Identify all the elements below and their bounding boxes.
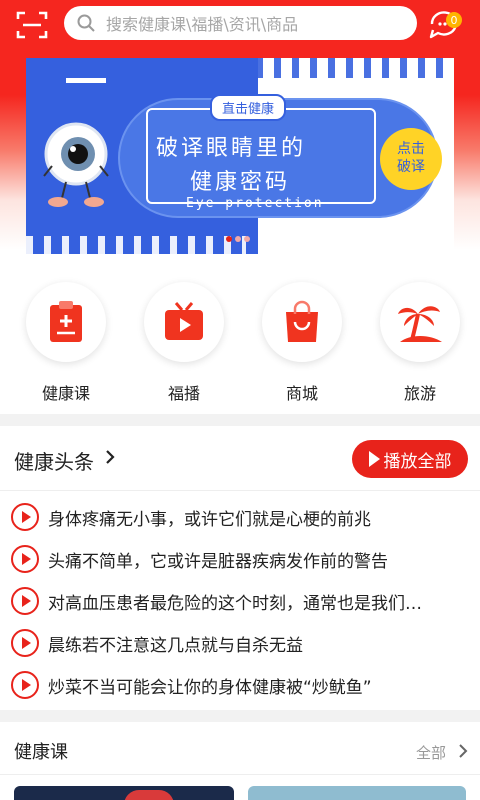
shopping-bag-icon	[286, 300, 318, 342]
search-icon	[77, 14, 95, 32]
headline-text: 身体疼痛无小事，或许它们就是心梗的前兆	[48, 509, 371, 530]
category-icon-circle	[26, 282, 106, 362]
banner-subtitle: Eye protection	[186, 196, 324, 211]
banner-pagination	[226, 236, 250, 242]
chevron-right-icon[interactable]	[458, 743, 468, 759]
eyeball-mascot-icon	[43, 122, 109, 207]
search-input[interactable]: 搜索健康课\福播\资讯\商品	[64, 6, 417, 40]
play-all-label: 播放全部	[383, 451, 452, 472]
section-gap	[0, 414, 480, 426]
headline-item[interactable]: 身体疼痛无小事，或许它们就是心梗的前兆	[0, 496, 480, 538]
category-row: 健康课 福播 商城 旅游	[0, 282, 480, 412]
promo-banner[interactable]: 直击健康 破译眼睛里的 健康密码 Eye protection 点击 破译	[26, 58, 454, 254]
category-travel[interactable]: 旅游	[360, 282, 480, 404]
headlines-title[interactable]: 健康头条	[14, 446, 94, 475]
scan-icon[interactable]	[16, 10, 48, 40]
category-mall[interactable]: 商城	[242, 282, 362, 404]
banner-cta-line2: 破译	[397, 159, 425, 175]
course-card[interactable]	[14, 786, 234, 800]
top-bar: 搜索健康课\福播\资讯\商品 0	[0, 0, 480, 48]
headline-text: 晨练若不注意这几点就与自杀无益	[48, 635, 303, 656]
divider	[0, 774, 480, 775]
category-label: 健康课	[41, 384, 90, 403]
category-label: 商城	[285, 384, 318, 403]
play-circle-icon[interactable]	[10, 670, 40, 700]
category-live[interactable]: 福播	[124, 282, 244, 404]
pagination-dot	[235, 236, 241, 242]
play-circle-icon[interactable]	[10, 586, 40, 616]
headline-item[interactable]: 头痛不简单，它或许是脏器疾病发作前的警告	[0, 538, 480, 580]
banner-stripe	[26, 236, 246, 254]
message-count-badge: 0	[446, 12, 462, 28]
play-all-button[interactable]: 播放全部	[352, 440, 468, 478]
divider	[0, 490, 480, 491]
chevron-right-icon[interactable]	[104, 448, 116, 466]
banner-bar	[66, 78, 106, 83]
headline-item[interactable]: 炒菜不当可能会让你的身体健康被“炒鱿鱼”	[0, 664, 480, 706]
course-more-link[interactable]: 全部	[416, 742, 446, 763]
banner-cta-line1: 点击	[397, 141, 425, 157]
tv-play-icon	[165, 302, 203, 340]
banner-title-line1: 破译眼睛里的	[156, 136, 307, 161]
course-header: 健康课 全部	[0, 722, 480, 776]
banner-stripe	[256, 58, 454, 78]
pagination-dot	[226, 236, 232, 242]
play-icon	[368, 451, 380, 467]
palm-tree-icon	[398, 306, 442, 342]
play-circle-icon[interactable]	[10, 544, 40, 574]
play-circle-icon[interactable]	[10, 628, 40, 658]
clipboard-health-icon	[50, 301, 82, 342]
headlines-header: 健康头条 播放全部	[0, 428, 480, 488]
banner-tag: 直击健康	[210, 94, 287, 121]
search-placeholder: 搜索健康课\福播\资讯\商品	[106, 15, 299, 34]
play-circle-icon[interactable]	[10, 502, 40, 532]
course-title: 健康课	[14, 742, 68, 763]
course-card[interactable]	[248, 786, 466, 800]
section-gap	[0, 710, 480, 722]
course-thumbnail	[124, 790, 174, 800]
headline-text: 头痛不简单，它或许是脏器疾病发作前的警告	[48, 551, 388, 572]
category-label: 福播	[167, 384, 200, 403]
headline-text: 对高血压患者最危险的这个时刻，通常也是我们…	[48, 593, 422, 614]
category-label: 旅游	[403, 384, 436, 403]
category-health-course[interactable]: 健康课	[6, 282, 126, 404]
headline-text: 炒菜不当可能会让你的身体健康被“炒鱿鱼”	[48, 677, 372, 698]
category-icon-circle	[262, 282, 342, 362]
banner-cta-badge[interactable]: 点击 破译	[380, 128, 442, 190]
banner-title-line2: 健康密码	[190, 170, 291, 195]
category-icon-circle	[380, 282, 460, 362]
pagination-dot	[244, 236, 250, 242]
category-icon-circle	[144, 282, 224, 362]
headline-item[interactable]: 对高血压患者最危险的这个时刻，通常也是我们…	[0, 580, 480, 622]
headline-item[interactable]: 晨练若不注意这几点就与自杀无益	[0, 622, 480, 664]
